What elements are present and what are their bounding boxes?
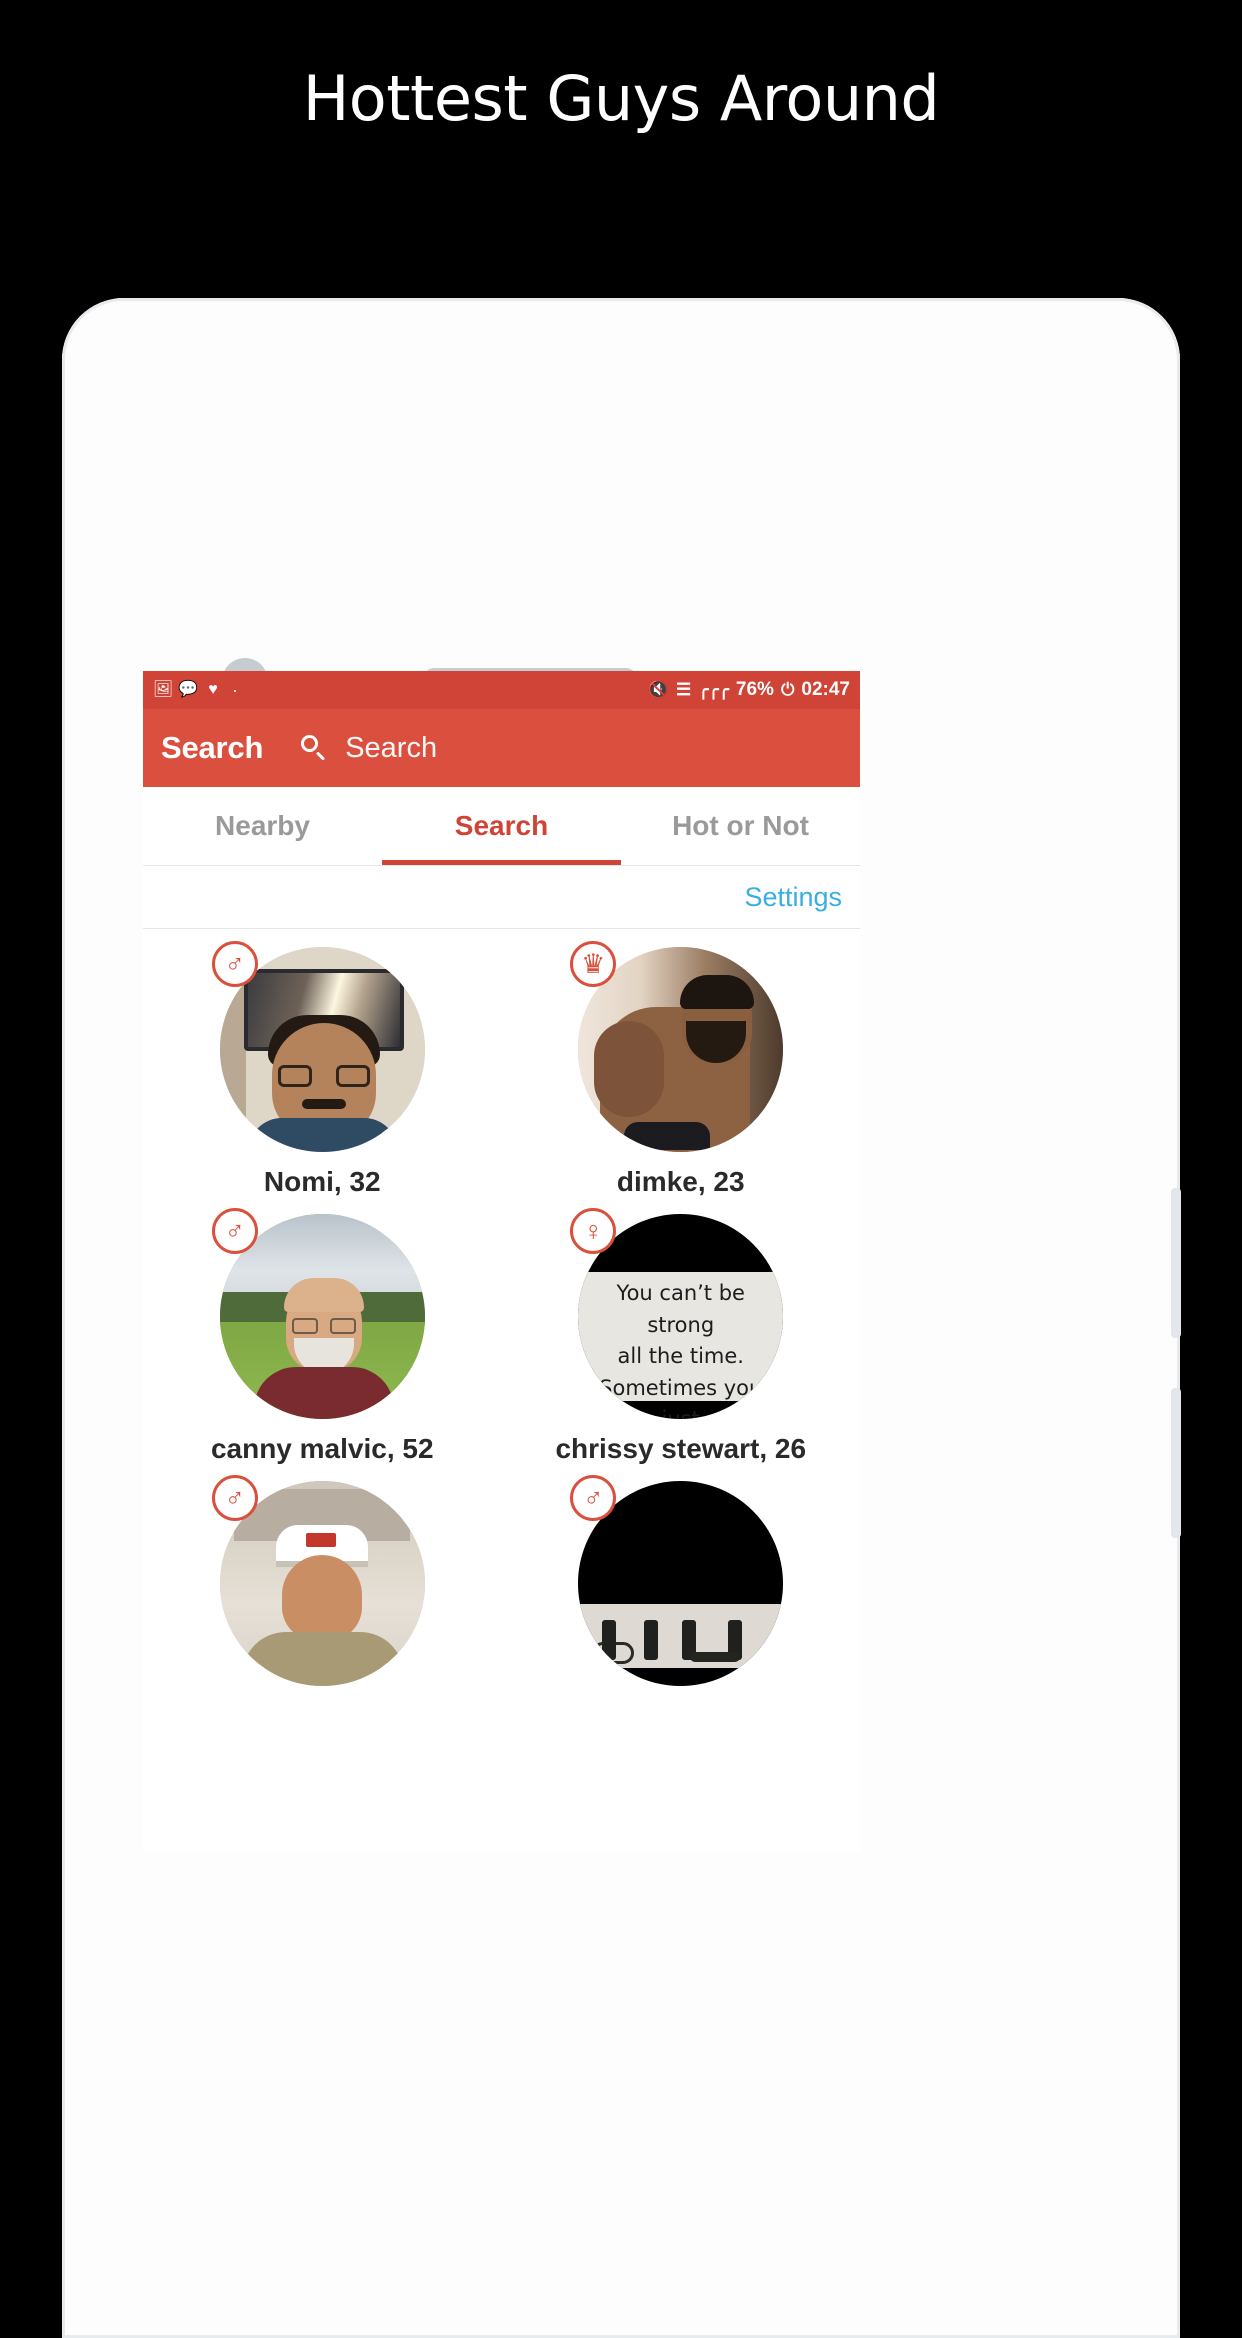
profile-card[interactable]: ♀ You can’t be strong all the time. Some… xyxy=(502,1204,861,1471)
battery-charging-icon: ⏻ xyxy=(780,680,795,699)
male-symbol-icon: ♂ xyxy=(570,1475,617,1521)
male-symbol-icon: ♂ xyxy=(211,1475,258,1521)
search-input[interactable]: Search xyxy=(345,732,437,765)
battery-percent-label: 76% xyxy=(735,679,774,700)
male-symbol-icon: ♂ xyxy=(211,941,258,987)
profile-card[interactable]: ♂ xyxy=(143,1471,502,1706)
chat-icon: 💬 xyxy=(178,681,198,698)
app-bar-title: Search xyxy=(161,730,264,765)
filter-toolbar: Settings xyxy=(143,866,860,929)
results-scroll-area[interactable]: ♂ Nomi, 32 ♛ dimke, 23 ♂ canny malvic, 5… xyxy=(143,929,860,1853)
search-icon[interactable] xyxy=(301,735,327,761)
avatar[interactable]: ♂ xyxy=(570,1475,784,1686)
wifi-icon: ☰ xyxy=(675,680,692,699)
settings-button[interactable]: Settings xyxy=(744,882,842,913)
status-bar: 🖼 💬 ♥ · 🔇 ☰ ╭╭╭ 76% ⏻ 02:47 xyxy=(143,671,860,709)
status-bar-system: 🔇 ☰ ╭╭╭ 76% ⏻ 02:47 xyxy=(648,679,850,701)
photo-quote-text: You can’t be strong all the time. Someti… xyxy=(599,1281,763,1419)
mute-icon: 🔇 xyxy=(647,680,669,699)
profile-name: canny malvic, 52 xyxy=(210,1433,434,1464)
volume-button[interactable] xyxy=(1171,1188,1181,1338)
status-separator: · xyxy=(232,680,238,700)
hot-or-not-icon: ♛ xyxy=(570,941,617,987)
tab-hot-or-not[interactable]: Hot or Not xyxy=(621,787,860,865)
page-title: Hottest Guys Around xyxy=(302,62,940,135)
male-symbol-icon: ♂ xyxy=(211,1208,258,1254)
profile-name: dimke, 23 xyxy=(616,1166,745,1197)
app-bar: Search Search xyxy=(143,709,860,787)
profile-name: Nomi, 32 xyxy=(263,1166,381,1197)
tab-nearby[interactable]: Nearby xyxy=(143,787,382,865)
avatar[interactable]: ♀ You can’t be strong all the time. Some… xyxy=(570,1208,784,1419)
power-button[interactable] xyxy=(1171,1388,1181,1538)
heart-icon: ♥ xyxy=(208,681,218,698)
avatar[interactable]: ♂ xyxy=(211,1475,425,1686)
signal-icon: ╭╭╭ xyxy=(698,680,729,699)
tab-bar: Nearby Search Hot or Not xyxy=(143,787,860,866)
clock-label: 02:47 xyxy=(801,679,850,700)
avatar[interactable]: ♂ xyxy=(211,1208,425,1419)
phone-mockup: 🖼 💬 ♥ · 🔇 ☰ ╭╭╭ 76% ⏻ 02:47 Search Searc… xyxy=(62,298,1181,2338)
profile-card[interactable]: ♂ Nomi, 32 xyxy=(143,937,502,1204)
avatar[interactable]: ♂ xyxy=(211,941,425,1152)
page-root: Hottest Guys Around 🖼 💬 ♥ · 🔇 ☰ ╭╭╭ 76% … xyxy=(0,0,1242,2338)
phone-screen: 🖼 💬 ♥ · 🔇 ☰ ╭╭╭ 76% ⏻ 02:47 Search Searc… xyxy=(143,671,860,1853)
profile-name: chrissy stewart, 26 xyxy=(555,1433,807,1464)
status-bar-notifications: 🖼 💬 ♥ · xyxy=(153,680,238,700)
profile-card[interactable]: ♂ xyxy=(502,1471,861,1706)
profile-card[interactable]: ♛ dimke, 23 xyxy=(502,937,861,1204)
search-field[interactable]: Search xyxy=(301,732,437,765)
tab-search[interactable]: Search xyxy=(382,787,621,865)
avatar[interactable]: ♛ xyxy=(570,941,784,1152)
female-symbol-icon: ♀ xyxy=(570,1208,617,1254)
results-grid: ♂ Nomi, 32 ♛ dimke, 23 ♂ canny malvic, 5… xyxy=(143,929,860,1706)
image-icon: 🖼 xyxy=(152,681,174,698)
profile-card[interactable]: ♂ canny malvic, 52 xyxy=(143,1204,502,1471)
